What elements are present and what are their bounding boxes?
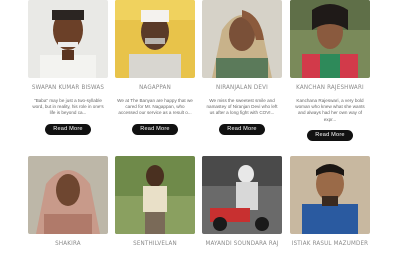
read-more-button[interactable]: Read More xyxy=(219,123,265,135)
profile-card: NAGAPPAN We at The Banyan are happy that… xyxy=(115,0,195,135)
profile-card: MAYANDI SOUNDARA RAJ xyxy=(202,156,282,248)
read-more-button[interactable]: Read More xyxy=(45,123,91,135)
profile-photo xyxy=(290,156,370,234)
profile-card: SHAKIRA xyxy=(28,156,108,248)
profile-photo xyxy=(115,156,195,234)
person-name: ISTIAK RASUL MAZUMDER xyxy=(291,240,369,247)
person-name: SHAKIRA xyxy=(55,240,81,247)
read-more-button[interactable]: Read More xyxy=(132,123,178,135)
person-name: MAYANDI SOUNDARA RAJ xyxy=(205,240,279,247)
person-name: SWAPAN KUMAR BISWAS xyxy=(31,84,105,91)
profile-card: ISTIAK RASUL MAZUMDER xyxy=(290,156,370,248)
person-description: Kanchana Rajeswari, a very bold woman wh… xyxy=(295,98,365,122)
profile-photo xyxy=(28,0,108,78)
profile-photo xyxy=(28,156,108,234)
person-description: We at The Banyan are happy that we cared… xyxy=(117,98,193,116)
person-description: We miss the sweetest smile and namastey … xyxy=(206,98,278,116)
person-name: NIRANJALAN DEVI xyxy=(216,84,268,91)
person-name: KANCHAN RAJESHWARI xyxy=(296,84,364,91)
profile-photo xyxy=(290,0,370,78)
profile-photo xyxy=(202,0,282,78)
person-name: SENTHILVELAN xyxy=(133,240,177,247)
person-name: NAGAPPAN xyxy=(139,84,171,91)
profile-photo xyxy=(115,0,195,78)
profile-card: SENTHILVELAN xyxy=(115,156,195,248)
profile-photo xyxy=(202,156,282,234)
person-description: "Baba" may be just a two-syllable word, … xyxy=(32,98,104,116)
profile-card: KANCHAN RAJESHWARI Kanchana Rajeswari, a… xyxy=(290,0,370,141)
profile-card: SWAPAN KUMAR BISWAS "Baba" may be just a… xyxy=(28,0,108,135)
read-more-button[interactable]: Read More xyxy=(307,129,353,141)
profile-card: NIRANJALAN DEVI We miss the sweetest smi… xyxy=(202,0,282,135)
